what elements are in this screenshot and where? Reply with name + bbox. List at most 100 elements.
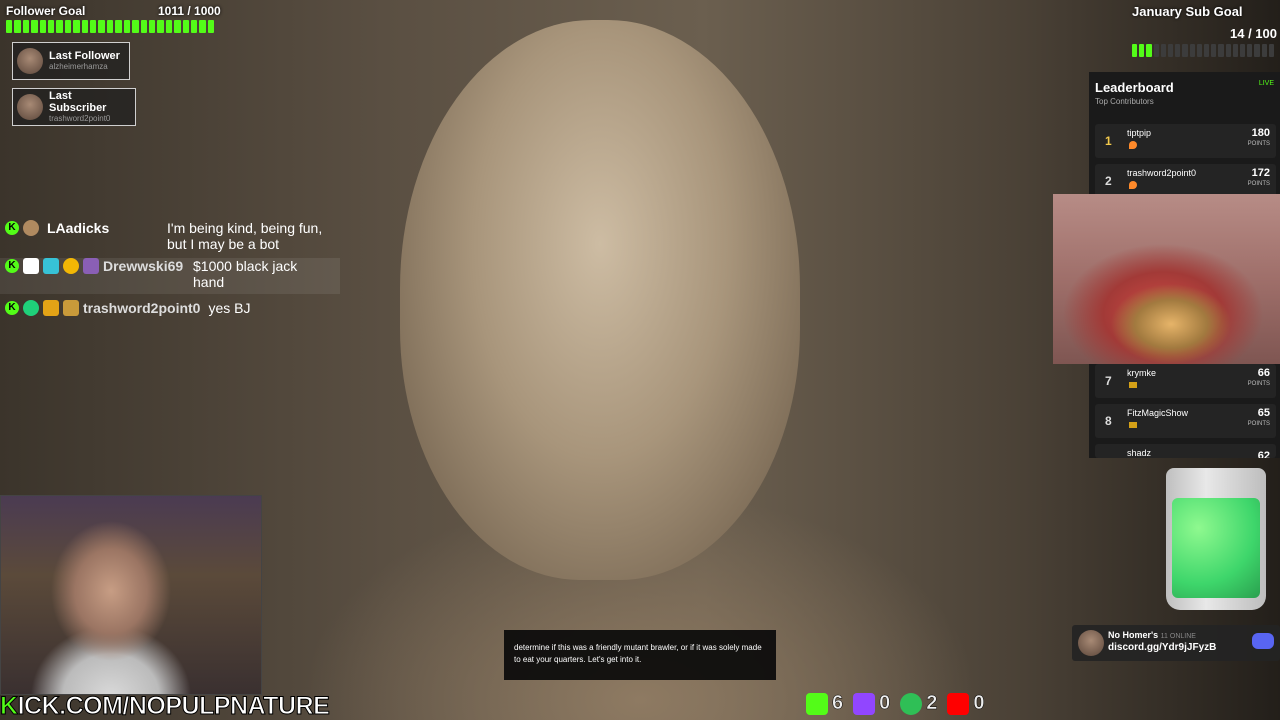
chat-message: K LAadicks I'm being kind, being fun, bu…: [0, 220, 327, 252]
kick-badge-icon: K: [5, 259, 19, 273]
progress-segment: [1225, 44, 1231, 57]
chat-text: $1000 black jack hand: [193, 258, 298, 290]
progress-segment: [56, 20, 63, 33]
progress-segment: [1247, 44, 1253, 57]
sub-jar: [1166, 468, 1266, 610]
leaderboard-user: krymke: [1127, 368, 1156, 378]
kick-badge-icon: K: [5, 221, 19, 235]
points-label: POINTS: [1247, 141, 1270, 147]
user-avatar-icon: [23, 220, 39, 236]
discord-link[interactable]: discord.gg/Ydr9jJFyzB: [1108, 642, 1216, 653]
progress-segment: [1232, 44, 1239, 57]
leaderboard-subtitle: Top Contributors: [1095, 97, 1154, 106]
progress-segment: [148, 20, 156, 33]
leaderboard-user: trashword2point0: [1127, 168, 1197, 178]
progress-segment: [48, 20, 55, 33]
kick-icon: [806, 692, 828, 715]
progress-segment: [14, 20, 21, 33]
progress-segment: [132, 20, 139, 33]
progress-segment: [1196, 44, 1203, 57]
rank: 8: [1105, 414, 1112, 428]
progress-segment: [115, 20, 122, 33]
kick-url-banner: KICK.COM/NOPULPNATURE: [0, 692, 330, 720]
discord-online: 11 ONLINE: [1160, 633, 1196, 640]
chat-message: K trashword2point0 yes BJ: [0, 300, 250, 316]
progress-segment: [1168, 44, 1174, 57]
badge-icon: [83, 258, 99, 274]
points-value: 65: [1257, 407, 1270, 419]
flame-icon: [1129, 181, 1137, 189]
follower-goal-count: 1011 / 1000: [158, 4, 221, 18]
progress-segment: [165, 20, 173, 33]
last-follower-label: Last Follower: [49, 50, 120, 62]
progress-segment: [1175, 44, 1181, 57]
youtube-stat: 0: [947, 692, 985, 715]
progress-segment: [39, 20, 47, 33]
banner-k: K: [0, 692, 19, 720]
progress-segment: [199, 20, 206, 33]
progress-segment: [1153, 44, 1159, 57]
progress-segment: [1211, 44, 1217, 57]
rank: 1: [1105, 134, 1112, 148]
chat-username[interactable]: LAadicks: [47, 220, 163, 236]
leaderboard-row: 8 FitzMagicShow 65 POINTS: [1095, 404, 1276, 438]
progress-segment: [31, 20, 38, 33]
leaderboard-row: 2 trashword2point0 172 POINTS: [1095, 164, 1276, 198]
reaction-cam: [1053, 194, 1280, 364]
progress-segment: [207, 20, 215, 33]
twitch-icon: [853, 692, 876, 715]
badge-icon: [43, 258, 59, 274]
progress-segment: [1146, 44, 1152, 57]
kick-stat: 6: [806, 692, 843, 715]
points-value: 66: [1257, 367, 1270, 379]
sub-goal-title: January Sub Goal: [1132, 4, 1243, 19]
chat-username[interactable]: trashword2point0: [83, 300, 200, 316]
progress-segment: [157, 20, 164, 33]
discord-icon: [1252, 633, 1274, 649]
progress-segment: [106, 20, 114, 33]
follower-goal-progress: [6, 20, 215, 33]
points-value: 180: [1251, 127, 1270, 139]
flame-icon: [1129, 141, 1137, 149]
crown-icon: [1129, 382, 1137, 388]
discord-widget: No Homer's 11 ONLINE discord.gg/Ydr9jJFy…: [1072, 625, 1280, 661]
video-subject: [400, 20, 800, 580]
sub-goal-progress: [1132, 44, 1275, 57]
clover-icon: [900, 692, 923, 715]
streamer-webcam: [0, 495, 262, 695]
other-stat: 2: [900, 692, 938, 715]
kick-badge-icon: K: [5, 301, 19, 315]
chat-text: yes BJ: [208, 300, 251, 316]
progress-segment: [1204, 44, 1210, 57]
leaderboard-row: 7 krymke 66 POINTS: [1095, 364, 1276, 398]
last-follower-user: alzheimerhamza: [49, 62, 108, 71]
twitch-count: 0: [879, 692, 891, 715]
points-value: 62: [1257, 450, 1270, 458]
rank: 2: [1105, 174, 1112, 188]
progress-segment: [123, 20, 131, 33]
avatar: [17, 48, 43, 74]
progress-segment: [1240, 44, 1246, 57]
chat-text: I'm being kind, being fun, but I may be …: [167, 220, 323, 252]
avatar: [1078, 630, 1104, 656]
progress-segment: [1268, 44, 1275, 57]
live-indicator: LIVE: [1258, 80, 1274, 87]
chat-message: K Drewwski69 $1000 black jack hand: [0, 258, 340, 294]
chat-username[interactable]: Drewwski69: [103, 258, 189, 274]
progress-segment: [1132, 44, 1138, 57]
last-subscriber-box: Last Subscriber trashword2point0: [12, 88, 136, 126]
rank: 7: [1105, 374, 1112, 388]
progress-segment: [81, 20, 89, 33]
progress-segment: [90, 20, 97, 33]
crown-badge-icon: [43, 300, 59, 316]
points-label: POINTS: [1247, 181, 1270, 187]
sub-goal-count: 14 / 100: [1230, 26, 1277, 41]
other-count: 2: [926, 692, 938, 715]
points-value: 172: [1251, 167, 1270, 179]
leaderboard-user: shadz: [1127, 448, 1152, 458]
twitch-stat: 0: [853, 692, 891, 715]
user-avatar-icon: [23, 300, 39, 316]
progress-segment: [6, 20, 13, 33]
progress-segment: [140, 20, 147, 33]
last-follower-box: Last Follower alzheimerhamza: [12, 42, 130, 80]
